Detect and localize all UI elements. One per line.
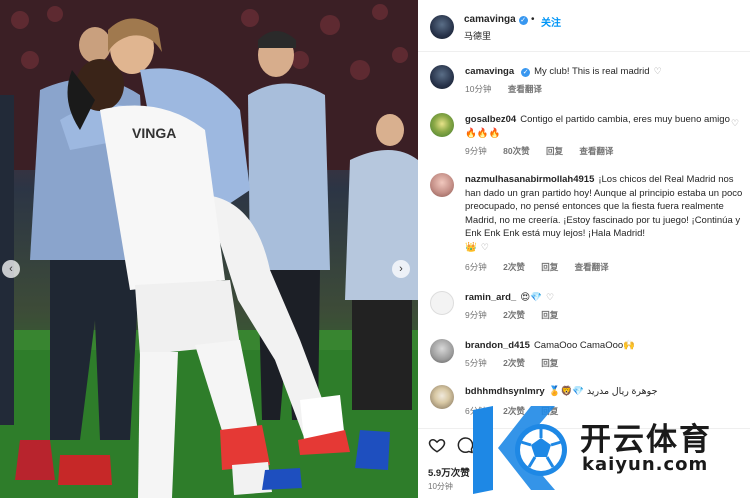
heart-icon[interactable]: ♡: [481, 242, 489, 252]
watermark-url: kaiyun.com: [582, 454, 709, 475]
soccer-ball-icon: [473, 406, 567, 494]
comment-text: brandon_d415 CamaOoo CamaOoo🙌: [465, 339, 745, 353]
comment-body: CamaOoo CamaOoo🙌: [533, 340, 636, 351]
post-time: 10分钟: [428, 482, 453, 491]
chevron-left-icon: ‹: [9, 263, 13, 275]
commenter-avatar[interactable]: [430, 385, 454, 409]
separator-dot: •: [531, 14, 535, 25]
caption-time: 10分钟: [465, 84, 492, 94]
comment-text: bdhhmdhsynlmry 🏅🦁💎 جوهرة ريال مدريد: [465, 385, 745, 399]
caption: camavinga ✓ My club! This is real madrid ♡ …: [418, 62, 750, 102]
author-name-text[interactable]: camavinga: [464, 14, 516, 25]
comment-likes[interactable]: 2次赞: [503, 358, 525, 368]
commenter-username[interactable]: ramin_ard_: [465, 292, 516, 303]
comment-time: 9分钟: [465, 146, 487, 156]
heart-icon[interactable]: [428, 436, 446, 454]
comment-text: ramin_ard_ 😍💎 ♡: [465, 291, 745, 305]
reply-button[interactable]: 回复: [541, 262, 558, 272]
chevron-right-icon: ›: [399, 263, 403, 275]
see-translation-link[interactable]: 查看翻译: [575, 262, 609, 272]
svg-text:VINGA: VINGA: [132, 125, 176, 141]
commenter-avatar[interactable]: [430, 113, 454, 137]
heart-icon[interactable]: ♡: [654, 66, 662, 76]
comment-time: 9分钟: [465, 310, 487, 320]
comment-item: gosalbez04 Contigo el partido cambia, ere…: [418, 110, 750, 160]
heart-icon[interactable]: ♡: [730, 118, 740, 128]
post-location[interactable]: 马德里: [464, 29, 491, 42]
commenter-username[interactable]: gosalbez04: [465, 114, 516, 125]
comment-item: ramin_ard_ 😍💎 ♡ 9分钟 2次赞 回复: [418, 288, 750, 328]
comment-emoji: 🔥🔥🔥: [465, 127, 501, 139]
comment-emoji: 👑: [465, 241, 477, 253]
verified-icon: ✓: [518, 16, 528, 25]
commenter-username[interactable]: nazmulhasanabirmollah4915: [465, 174, 594, 185]
heart-icon[interactable]: ♡: [546, 292, 554, 302]
carousel-prev-button[interactable]: ‹: [2, 260, 20, 278]
comment-item: brandon_d415 CamaOoo CamaOoo🙌 5分钟 2次赞 回复: [418, 336, 750, 376]
caption-body: My club! This is real madrid: [534, 66, 650, 77]
comment-time: 5分钟: [465, 358, 487, 368]
comment-meta: 6分钟 2次赞 回复 查看翻译: [465, 261, 623, 273]
author-username[interactable]: camavinga ✓: [464, 14, 528, 25]
commenter-username[interactable]: brandon_d415: [465, 340, 530, 351]
verified-icon: ✓: [521, 68, 531, 77]
see-translation-link[interactable]: 查看翻译: [508, 84, 542, 94]
reply-button[interactable]: 回复: [546, 146, 563, 156]
carousel-next-button[interactable]: ›: [392, 260, 410, 278]
celebration-photo-illustration: VINGA: [0, 0, 418, 498]
comment-item: nazmulhasanabirmollah4915 ¡Los chicos del…: [418, 170, 750, 280]
watermark-logo: 开云体育 kaiyun.com: [463, 398, 750, 498]
comment-likes[interactable]: 2次赞: [503, 310, 525, 320]
commenter-avatar[interactable]: [430, 291, 454, 315]
caption-text: camavinga ✓ My club! This is real madrid ♡: [465, 65, 745, 79]
see-translation-link[interactable]: 查看翻译: [579, 146, 613, 156]
comment-body: Contigo el partido cambia, eres muy buen…: [520, 114, 730, 125]
watermark-name: 开云体育: [580, 422, 712, 457]
commenter-avatar[interactable]: [430, 339, 454, 363]
author-avatar[interactable]: [430, 15, 454, 39]
comment-meta: 5分钟 2次赞 回复: [465, 357, 572, 369]
reply-button[interactable]: 回复: [541, 310, 558, 320]
caption-username[interactable]: camavinga: [465, 66, 514, 77]
post-header: camavinga ✓ • 关注 马德里: [418, 0, 750, 52]
comment-meta: 9分钟 80次赞 回复 查看翻译: [465, 145, 627, 157]
comment-body: 🏅🦁💎 جوهرة ريال مدريد: [548, 386, 658, 397]
comment-body: 😍💎: [520, 292, 542, 303]
caption-avatar[interactable]: [430, 65, 454, 89]
commenter-username[interactable]: bdhhmdhsynlmry: [465, 386, 545, 397]
comment-time: 6分钟: [465, 262, 487, 272]
comment-likes[interactable]: 2次赞: [503, 262, 525, 272]
comment-meta: 9分钟 2次赞 回复: [465, 309, 572, 321]
reply-button[interactable]: 回复: [541, 358, 558, 368]
comment-likes[interactable]: 80次赞: [503, 146, 529, 156]
post-photo[interactable]: VINGA ‹ ›: [0, 0, 418, 498]
commenter-avatar[interactable]: [430, 173, 454, 197]
comment-text: gosalbez04 Contigo el partido cambia, ere…: [465, 113, 745, 140]
comment-text: nazmulhasanabirmollah4915 ¡Los chicos del…: [465, 173, 745, 255]
caption-meta: 10分钟 查看翻译: [465, 83, 556, 95]
follow-button[interactable]: 关注: [541, 14, 561, 29]
